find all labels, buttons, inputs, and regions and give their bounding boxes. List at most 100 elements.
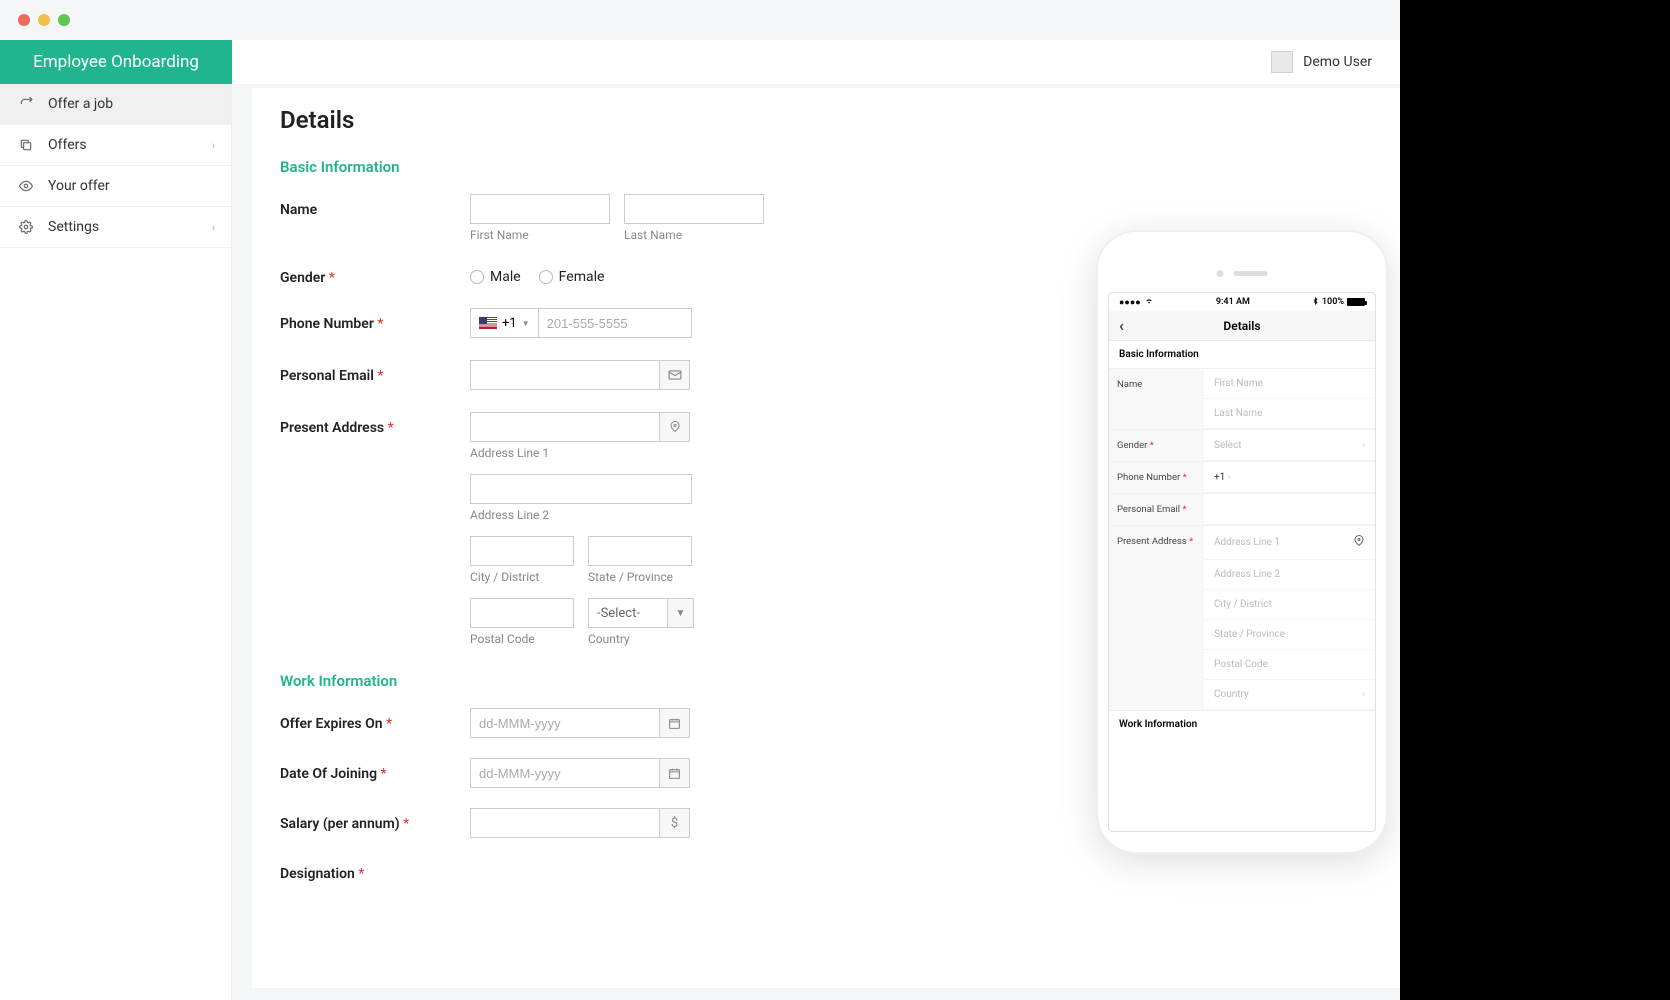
last-name-helper: Last Name: [624, 228, 764, 242]
window-close-dot[interactable]: [18, 14, 30, 26]
sidebar-item-label: Offer a job: [48, 96, 113, 112]
section-basic-title: Basic Information: [280, 158, 1372, 176]
mobile-phone-label: Phone Number *: [1109, 462, 1204, 493]
email-input[interactable]: [470, 360, 660, 390]
mobile-preview: ●●●● 9:41 AM 100% ‹ Details Ba: [1098, 232, 1386, 852]
mobile-email-label: Personal Email *: [1109, 494, 1204, 525]
city-helper: City / District: [470, 570, 574, 584]
mobile-gender-select[interactable]: Select›: [1204, 430, 1375, 461]
designation-label: Designation *: [280, 858, 470, 882]
page-title: Details: [280, 106, 1372, 134]
mobile-phone-input[interactable]: +1 ›: [1204, 462, 1375, 493]
postal-input[interactable]: [470, 598, 574, 628]
radio-icon: [470, 270, 484, 284]
sidebar-item-your-offer[interactable]: Your offer: [0, 166, 231, 207]
chevron-right-icon: ›: [212, 221, 215, 234]
mobile-address-label: Present Address *: [1109, 526, 1204, 710]
country-select[interactable]: -Select-: [588, 598, 668, 628]
salary-input[interactable]: [470, 808, 660, 838]
brand-title: Employee Onboarding: [0, 40, 232, 84]
share-icon: [18, 96, 34, 112]
expires-label: Offer Expires On *: [280, 708, 470, 738]
copy-icon: [18, 137, 34, 153]
expires-date-input[interactable]: [470, 708, 660, 738]
window-chrome: [0, 0, 1400, 40]
battery-pct: 100%: [1322, 297, 1344, 307]
phone-country-select[interactable]: +1 ▼: [470, 308, 538, 338]
chevron-down-icon: ▼: [522, 319, 530, 328]
name-label: Name: [280, 194, 470, 256]
mobile-work-section: Work Information: [1109, 710, 1375, 738]
header-user-area: Demo User: [232, 40, 1400, 84]
addr2-helper: Address Line 2: [470, 508, 694, 522]
map-pin-icon: [660, 412, 690, 442]
sidebar-item-label: Offers: [48, 137, 87, 153]
mobile-state-input[interactable]: State / Province: [1204, 620, 1375, 650]
chevron-down-icon[interactable]: ▼: [668, 598, 694, 628]
first-name-helper: First Name: [470, 228, 610, 242]
mobile-title: Details: [1223, 319, 1260, 333]
gender-female-radio[interactable]: Female: [539, 269, 605, 285]
city-input[interactable]: [470, 536, 574, 566]
joining-date-input[interactable]: [470, 758, 660, 788]
window-maximize-dot[interactable]: [58, 14, 70, 26]
back-icon[interactable]: ‹: [1119, 316, 1124, 335]
sidebar-item-label: Your offer: [48, 178, 110, 194]
chevron-right-icon: ›: [1362, 689, 1365, 700]
mobile-last-name-input[interactable]: Last Name: [1204, 399, 1375, 429]
mobile-header: ‹ Details: [1109, 311, 1375, 341]
calendar-icon[interactable]: [660, 708, 690, 738]
chevron-right-icon: ›: [212, 139, 215, 152]
sidebar-item-label: Settings: [48, 219, 99, 235]
mobile-time: 9:41 AM: [1216, 297, 1250, 307]
sidebar-item-offer-job[interactable]: Offer a job: [0, 84, 231, 125]
chevron-right-icon: ›: [1228, 472, 1231, 483]
mobile-email-input[interactable]: [1204, 494, 1375, 525]
bluetooth-icon: [1312, 296, 1319, 309]
sidebar: Offer a job Offers › Your offer Setting: [0, 84, 232, 1000]
joining-label: Date Of Joining *: [280, 758, 470, 788]
addr1-helper: Address Line 1: [470, 446, 694, 460]
salary-label: Salary (per annum) *: [280, 808, 470, 838]
country-helper: Country: [588, 632, 694, 646]
envelope-icon: [660, 360, 690, 390]
phone-input[interactable]: [538, 308, 692, 338]
first-name-input[interactable]: [470, 194, 610, 224]
dollar-icon: $: [660, 808, 690, 838]
sidebar-item-offers[interactable]: Offers ›: [0, 125, 231, 166]
calendar-icon[interactable]: [660, 758, 690, 788]
gears-icon: [18, 219, 34, 235]
mobile-name-label: Name: [1109, 369, 1204, 429]
phone-speaker-icon: [1234, 271, 1268, 276]
last-name-input[interactable]: [624, 194, 764, 224]
mobile-city-input[interactable]: City / District: [1204, 590, 1375, 620]
mobile-first-name-input[interactable]: First Name: [1204, 369, 1375, 399]
postal-helper: Postal Code: [470, 632, 574, 646]
gender-label: Gender *: [280, 262, 470, 286]
sidebar-item-settings[interactable]: Settings ›: [0, 207, 231, 248]
map-pin-icon: [1353, 535, 1365, 550]
mobile-status-bar: ●●●● 9:41 AM 100%: [1109, 293, 1375, 311]
radio-icon: [539, 270, 553, 284]
window-minimize-dot[interactable]: [38, 14, 50, 26]
avatar[interactable]: [1271, 51, 1293, 73]
address-line1-input[interactable]: [470, 412, 660, 442]
username: Demo User: [1303, 54, 1372, 70]
mobile-addr1-input[interactable]: Address Line 1: [1204, 526, 1375, 560]
email-label: Personal Email *: [280, 360, 470, 390]
chevron-right-icon: ›: [1362, 440, 1365, 451]
wifi-icon: [1144, 297, 1154, 308]
address-label: Present Address *: [280, 412, 470, 660]
app-header: Employee Onboarding Demo User: [0, 40, 1400, 84]
mobile-addr2-input[interactable]: Address Line 2: [1204, 560, 1375, 590]
mobile-basic-section: Basic Information: [1109, 341, 1375, 368]
mobile-postal-input[interactable]: Postal Code: [1204, 650, 1375, 680]
us-flag-icon: [479, 317, 497, 329]
eye-icon: [18, 178, 34, 194]
mobile-country-select[interactable]: Country›: [1204, 680, 1375, 710]
mobile-gender-label: Gender *: [1109, 430, 1204, 461]
address-line2-input[interactable]: [470, 474, 692, 504]
state-input[interactable]: [588, 536, 692, 566]
phone-camera-icon: [1217, 270, 1224, 277]
gender-male-radio[interactable]: Male: [470, 269, 521, 285]
